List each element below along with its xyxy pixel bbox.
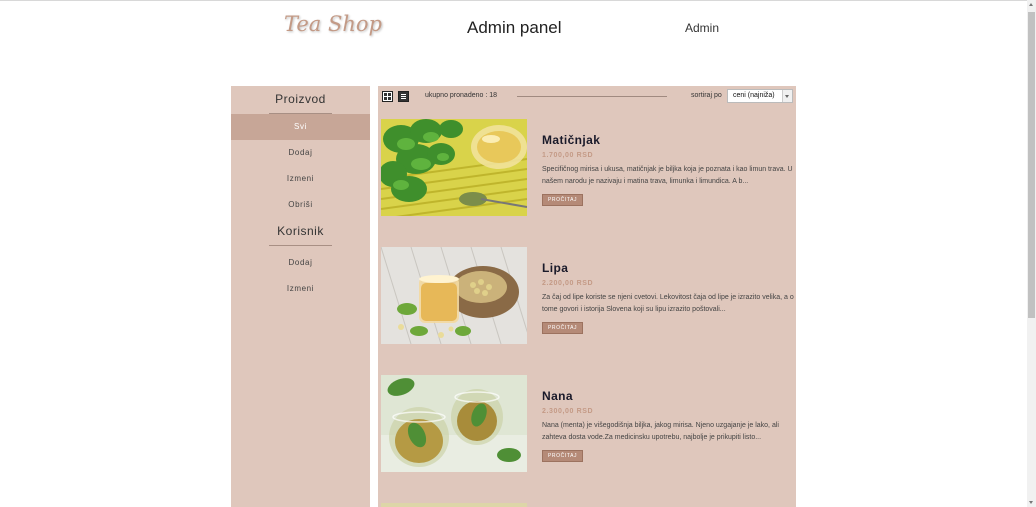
list-view-icon[interactable] xyxy=(398,91,409,102)
product-image-mint[interactable] xyxy=(381,375,527,472)
sidebar-item-all-products[interactable]: Svi xyxy=(231,114,370,140)
product-row: Lipa 2.200,00 RSD Za čaj od lipe koriste… xyxy=(378,247,796,347)
product-price: 1.700,00 RSD xyxy=(542,152,594,159)
sidebar-item-delete-product[interactable]: Obriši xyxy=(231,192,370,218)
product-name[interactable]: Nana xyxy=(542,389,794,403)
sidebar-item-add-user[interactable]: Dodaj xyxy=(231,250,370,276)
sidebar-heading-user: Korisnik xyxy=(231,218,370,246)
page-title: Admin panel xyxy=(467,18,562,37)
product-name[interactable]: Matičnjak xyxy=(542,133,794,147)
sort-select[interactable]: ceni (najniža) xyxy=(727,89,793,103)
product-image-partial xyxy=(381,503,527,507)
sort-select-value: ceni (najniža) xyxy=(733,92,775,99)
product-image-lemon-balm[interactable] xyxy=(381,119,527,216)
product-row: Nana 2.300,00 RSD Nana (menta) je višego… xyxy=(378,375,796,475)
sidebar-heading-divider xyxy=(269,113,332,114)
product-price: 2.300,00 RSD xyxy=(542,408,594,415)
sidebar-item-edit-user[interactable]: Izmeni xyxy=(231,276,370,302)
read-more-button[interactable]: PROČITAJ xyxy=(542,450,584,462)
total-count: ukupno pronadeno : 18 xyxy=(425,92,498,99)
product-description: Nana (menta) je višegodišnja biljka, jak… xyxy=(542,422,779,441)
scroll-down-icon[interactable] xyxy=(1029,501,1033,504)
product-description: Specifičnog mirisa i ukusa, matičnjak je… xyxy=(542,166,793,185)
product-list-panel: ukupno pronadeno : 18 sortiraj po ceni (… xyxy=(378,86,796,507)
toolbar-divider xyxy=(517,96,667,97)
product-row: Matičnjak 1.700,00 RSD Specifičnog miris… xyxy=(378,119,796,219)
grid-view-icon[interactable] xyxy=(382,91,393,102)
top-border xyxy=(0,0,1036,1)
sidebar-heading-user-label: Korisnik xyxy=(277,224,324,238)
product-image-linden[interactable] xyxy=(381,247,527,344)
sidebar-heading-product: Proizvod xyxy=(231,86,370,114)
read-more-button[interactable]: PROČITAJ xyxy=(542,194,584,206)
page-scrollbar[interactable] xyxy=(1027,0,1036,507)
product-description: Za čaj od lipe koriste se njeni cvetovi.… xyxy=(542,294,794,313)
sidebar-heading-product-label: Proizvod xyxy=(275,92,326,106)
sidebar-heading-divider xyxy=(269,245,332,246)
brand-logo[interactable]: Tea Shop xyxy=(284,12,382,36)
sort-label: sortiraj po xyxy=(691,92,722,99)
read-more-button[interactable]: PROČITAJ xyxy=(542,322,584,334)
chevron-down-icon[interactable] xyxy=(782,90,792,102)
scroll-up-icon[interactable] xyxy=(1029,3,1033,6)
sidebar-item-edit-product[interactable]: Izmeni xyxy=(231,166,370,192)
admin-user-link[interactable]: Admin xyxy=(685,21,719,35)
sidebar-item-add-product[interactable]: Dodaj xyxy=(231,140,370,166)
list-toolbar: ukupno pronadeno : 18 sortiraj po ceni (… xyxy=(378,86,796,108)
scrollbar-thumb[interactable] xyxy=(1028,12,1035,318)
product-name[interactable]: Lipa xyxy=(542,261,794,275)
sidebar: Proizvod Svi Dodaj Izmeni Obriši Korisni… xyxy=(231,86,370,507)
product-price: 2.200,00 RSD xyxy=(542,280,594,287)
